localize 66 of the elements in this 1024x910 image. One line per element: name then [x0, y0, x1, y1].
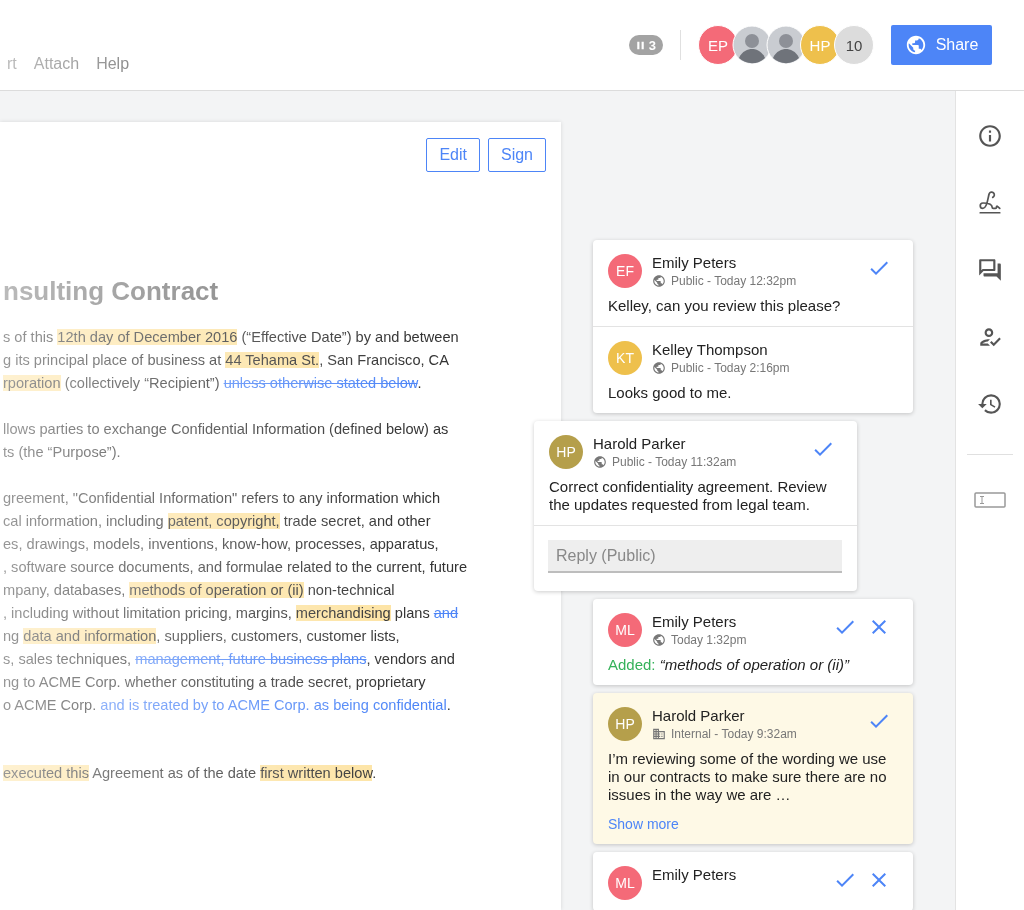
building-icon: [652, 727, 666, 741]
document-line: es, drawings, models, inventions, know-how, processes, apparatus,: [3, 535, 439, 554]
user-avatar: ML: [608, 866, 642, 900]
document-line: rporation (collectively “Recipient”) unless otherwise stated below.: [3, 374, 422, 393]
user-avatar: HP: [549, 435, 583, 469]
comment-text: Correct confidentiality agreement. Review the updates requested from legal team.: [549, 478, 828, 514]
document-line: llows parties to exchange Confidential Information (defined below) as: [3, 420, 449, 439]
comment-card[interactable]: HP Harold Parker Internal - Today 9:32am I’m reviewing some of the wording we use in our contracts to make sure there are no issues in the way we are … Show more: [593, 693, 913, 844]
author-name: Harold Parker: [593, 435, 687, 453]
document-line: , including without limitation pricing, margins, merchandising plans and: [3, 604, 459, 623]
comment-card[interactable]: HP Harold Parker Public - Today 11:32am Correct confidentiality agreement. Review the updates requested from legal team. Reply (Public): [534, 421, 857, 591]
comment-text: Kelley, can you review this please?: [608, 297, 842, 315]
signature-icon[interactable]: [977, 190, 1003, 216]
author-name: Kelley Thompson: [652, 341, 769, 359]
document-button[interactable]: Sign: [487, 138, 546, 172]
author-name: Emily Peters: [652, 613, 738, 631]
author-name: Emily Peters: [652, 866, 738, 884]
comment-meta: Public - Today 2:16pm: [671, 361, 790, 375]
document-line: s of this 12th day of December 2016 (“Effective Date”) by and between: [3, 328, 459, 347]
globe-icon: [652, 361, 666, 375]
document-line: cal information, including patent, copyright, trade secret, and other: [3, 512, 431, 531]
user-avatar: ML: [608, 613, 642, 647]
reply-field[interactable]: Reply (Public): [548, 540, 842, 573]
document-line: executed this Agreement as of the date first written below.: [3, 764, 377, 783]
person-avatar-icon: [732, 25, 772, 65]
user-avatar: EF: [608, 254, 642, 288]
comment-text: Looks good to me.: [608, 384, 733, 402]
globe-icon: [904, 34, 927, 56]
show-more-link[interactable]: Show more: [608, 816, 679, 832]
document-line: o ACME Corp. and is treated by to ACME Corp. as being confidential.: [3, 696, 451, 715]
user-avatar: HP: [608, 707, 642, 741]
menu-item[interactable]: Help: [96, 55, 130, 73]
history-icon[interactable]: [977, 391, 1003, 417]
globe-icon: [593, 455, 607, 469]
share-button[interactable]: Share: [891, 25, 992, 65]
menu-item[interactable]: Attach: [33, 55, 80, 73]
more-users-count[interactable]: 10: [834, 25, 874, 65]
document-line: g its principal place of business at 44 Tehama St., San Francisco, CA: [3, 351, 449, 370]
document-line: s, sales techniques, management, future business plans, vendors and: [3, 650, 455, 669]
comments-icon[interactable]: [977, 257, 1003, 283]
document-line: , software source documents, and formulae related to the current, future: [3, 558, 467, 577]
author-name: Emily Peters: [652, 254, 738, 272]
document-line: ts (the “Purpose”).: [3, 443, 121, 462]
document-line: greement, "Confidential Information" refers to any information which: [3, 489, 441, 508]
menu-item[interactable]: rt: [7, 55, 17, 73]
comment-meta: Internal - Today 9:32am: [671, 727, 797, 741]
comment-card[interactable]: ML Emily Peters Today 1:32pm Added: “methods of operation or (ii)”: [593, 599, 913, 685]
comment-meta: Today 1:32pm: [671, 633, 747, 647]
change-summary: Added: “methods of operation or (ii)”: [608, 656, 851, 674]
comment-meta: Public - Today 11:32am: [612, 455, 737, 469]
document-line: ng to ACME Corp. whether constituting a trade secret, proprietary: [3, 673, 426, 692]
globe-icon: [652, 274, 666, 288]
author-name: Harold Parker: [652, 707, 746, 725]
info-icon[interactable]: [977, 123, 1003, 149]
document-line: mpany, databases, methods of operation or (ii) non-technical: [3, 581, 395, 600]
text-field-icon[interactable]: [974, 492, 1006, 508]
paused-users-badge[interactable]: 3: [628, 35, 663, 55]
document-title: nsulting Contract: [3, 276, 220, 306]
document-button[interactable]: Edit: [426, 138, 480, 172]
document-line: ng data and information, suppliers, customers, customer lists,: [3, 627, 400, 646]
user-avatar: KT: [608, 341, 642, 375]
comment-card[interactable]: ML Emily Peters: [593, 852, 913, 910]
comment-text: I’m reviewing some of the wording we use in our contracts to make sure there are no issues in the way we are …: [608, 750, 888, 804]
globe-icon: [652, 633, 666, 647]
comment-meta: Public - Today 12:32pm: [671, 274, 797, 288]
comment-card[interactable]: EF Emily Peters Public - Today 12:32pm Kelley, can you review this please? KT Kelley Thompson Public - Today 2:16pm Looks good to me.: [593, 240, 913, 413]
